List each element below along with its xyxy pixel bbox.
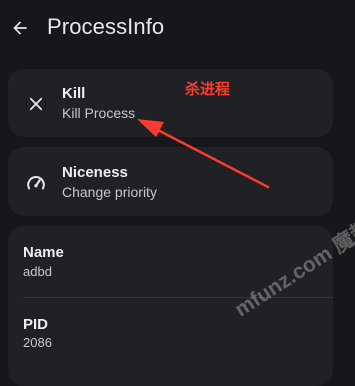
annotation-arrow xyxy=(137,119,270,189)
